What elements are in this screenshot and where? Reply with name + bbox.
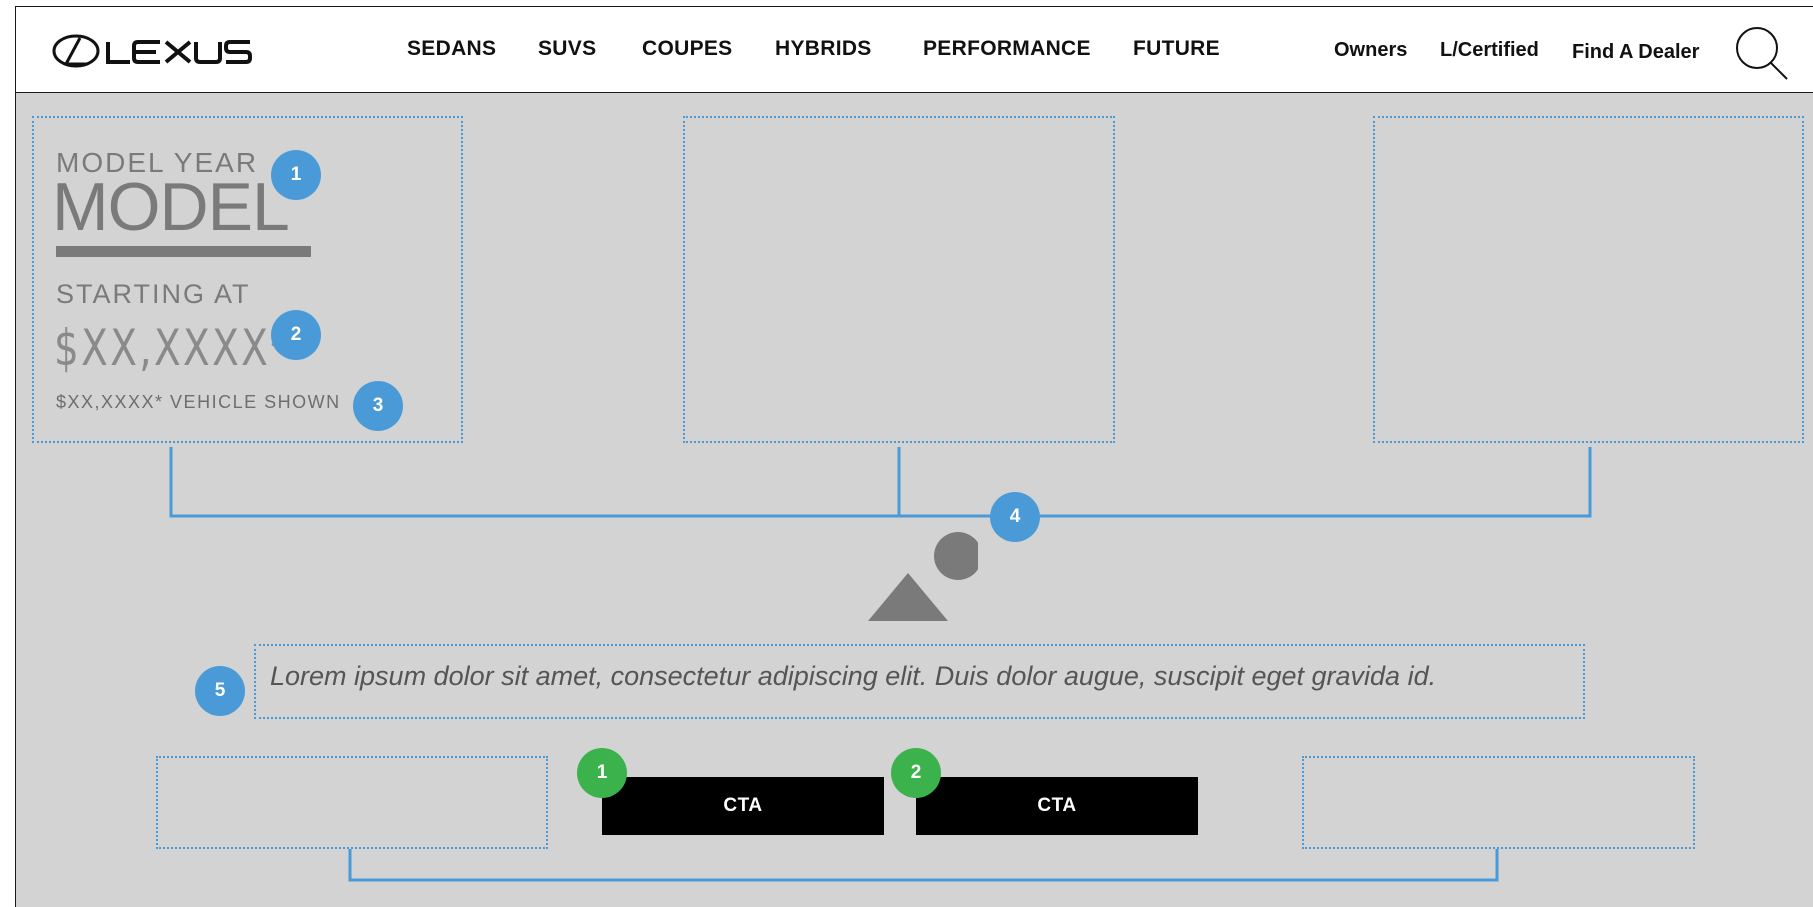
content-placeholder-right [1373,116,1804,443]
annotation-badge: 4 [990,492,1040,542]
annotation-badge: 3 [353,381,403,431]
model-name: MODEL [52,169,290,245]
bottom-placeholder-left [156,756,548,849]
annotation-badge: 5 [195,666,245,716]
annotation-badge: 2 [271,310,321,360]
cta-button-secondary[interactable]: CTA [916,777,1198,835]
image-placeholder-icon [868,532,978,621]
annotation-badge: 1 [577,748,627,798]
bottom-placeholder-right [1302,756,1695,849]
wireframe-canvas: SEDANS SUVS COUPES HYBRIDS PERFORMANCE F… [15,6,1813,907]
vehicle-shown-note: $XX,XXXX* VEHICLE SHOWN [56,392,341,412]
cta-button-primary[interactable]: CTA [602,777,884,835]
price-value: $XX,XXXX* [54,319,293,377]
content-placeholder-center [683,116,1115,443]
model-underline [56,246,311,257]
description-text: Lorem ipsum dolor sit amet, consectetur … [270,661,1437,691]
annotation-badge: 2 [891,748,941,798]
starting-at-label: STARTING AT [56,279,251,309]
annotation-badge: 1 [271,150,321,200]
